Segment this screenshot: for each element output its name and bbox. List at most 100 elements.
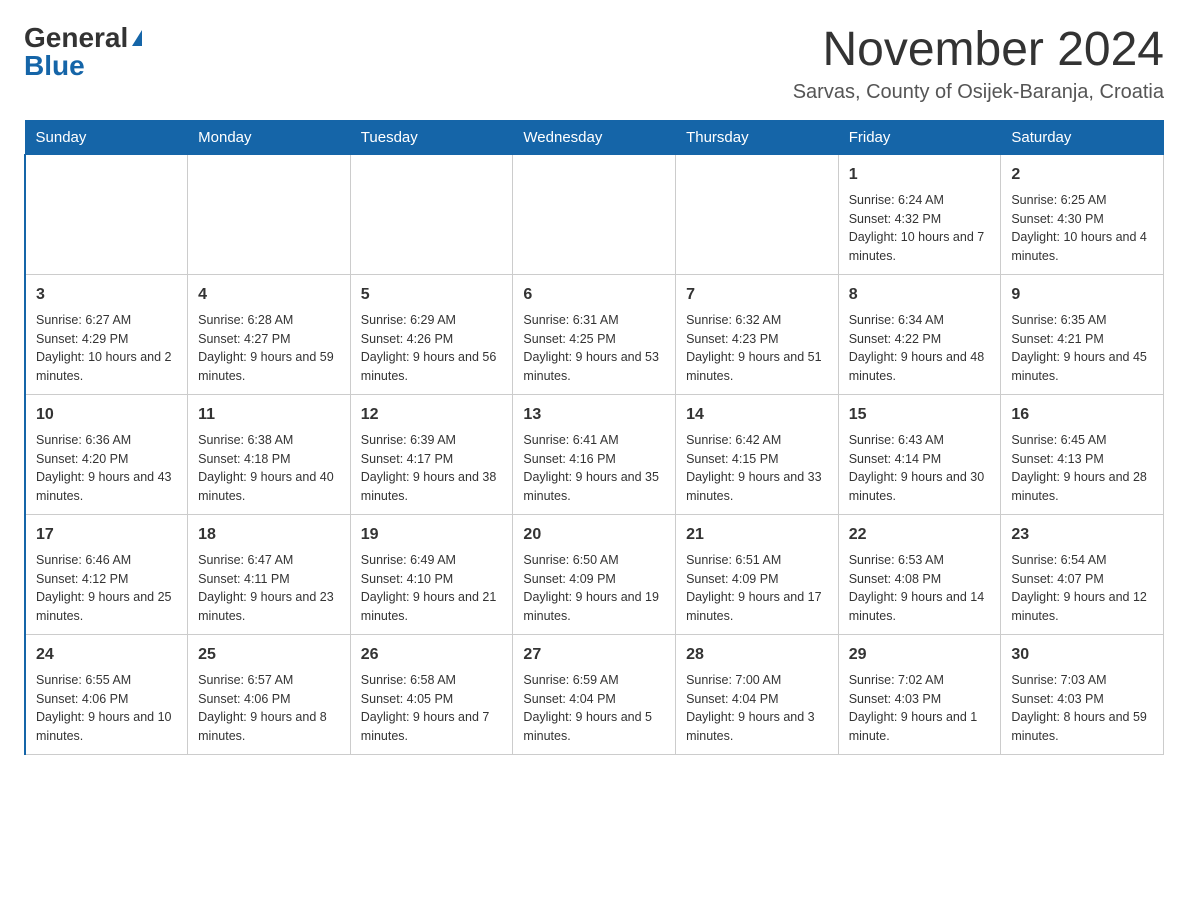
calendar-cell: 23 Sunrise: 6:54 AMSunset: 4:07 PMDayligh… [1001,514,1164,634]
day-number: 18 [198,523,340,547]
day-number: 10 [36,403,177,427]
calendar-cell: 25 Sunrise: 6:57 AMSunset: 4:06 PMDayligh… [188,634,351,754]
calendar-cell: 24 Sunrise: 6:55 AMSunset: 4:06 PMDayligh… [25,634,188,754]
day-number: 19 [361,523,503,547]
header-wednesday: Wednesday [513,120,676,154]
month-title: November 2024 [793,24,1164,77]
page-header: General Blue November 2024 Sarvas, Count… [24,24,1164,104]
day-info: Sunrise: 7:00 AMSunset: 4:04 PMDaylight:… [686,671,828,746]
day-number: 9 [1011,283,1153,307]
day-number: 26 [361,643,503,667]
day-info: Sunrise: 6:41 AMSunset: 4:16 PMDaylight:… [523,431,665,506]
day-number: 23 [1011,523,1153,547]
calendar-cell: 28 Sunrise: 7:00 AMSunset: 4:04 PMDayligh… [676,634,839,754]
day-info: Sunrise: 6:36 AMSunset: 4:20 PMDaylight:… [36,431,177,506]
calendar-cell: 1 Sunrise: 6:24 AMSunset: 4:32 PMDaylight… [838,154,1001,274]
calendar-header-row: SundayMondayTuesdayWednesdayThursdayFrid… [25,120,1164,154]
calendar-cell: 21 Sunrise: 6:51 AMSunset: 4:09 PMDayligh… [676,514,839,634]
day-number: 6 [523,283,665,307]
day-info: Sunrise: 6:39 AMSunset: 4:17 PMDaylight:… [361,431,503,506]
day-number: 27 [523,643,665,667]
day-number: 30 [1011,643,1153,667]
calendar-week-row: 1 Sunrise: 6:24 AMSunset: 4:32 PMDaylight… [25,154,1164,274]
calendar-week-row: 17 Sunrise: 6:46 AMSunset: 4:12 PMDayligh… [25,514,1164,634]
day-number: 14 [686,403,828,427]
day-info: Sunrise: 6:51 AMSunset: 4:09 PMDaylight:… [686,551,828,626]
calendar-cell: 20 Sunrise: 6:50 AMSunset: 4:09 PMDayligh… [513,514,676,634]
header-monday: Monday [188,120,351,154]
day-info: Sunrise: 6:43 AMSunset: 4:14 PMDaylight:… [849,431,991,506]
day-number: 2 [1011,163,1153,187]
day-info: Sunrise: 6:53 AMSunset: 4:08 PMDaylight:… [849,551,991,626]
logo-triangle-icon [132,30,142,46]
day-info: Sunrise: 6:55 AMSunset: 4:06 PMDaylight:… [36,671,177,746]
header-friday: Friday [838,120,1001,154]
day-number: 20 [523,523,665,547]
day-info: Sunrise: 6:42 AMSunset: 4:15 PMDaylight:… [686,431,828,506]
calendar-cell: 17 Sunrise: 6:46 AMSunset: 4:12 PMDayligh… [25,514,188,634]
calendar-cell: 11Sunrise: 6:38 AMSunset: 4:18 PMDayligh… [188,394,351,514]
header-tuesday: Tuesday [350,120,513,154]
calendar-cell: 26 Sunrise: 6:58 AMSunset: 4:05 PMDayligh… [350,634,513,754]
day-info: Sunrise: 6:28 AMSunset: 4:27 PMDaylight:… [198,311,340,386]
logo: General Blue [24,24,142,80]
calendar-cell: 6 Sunrise: 6:31 AMSunset: 4:25 PMDaylight… [513,274,676,394]
day-info: Sunrise: 6:46 AMSunset: 4:12 PMDaylight:… [36,551,177,626]
header-sunday: Sunday [25,120,188,154]
day-number: 13 [523,403,665,427]
logo-blue-text: Blue [24,52,85,80]
day-number: 28 [686,643,828,667]
calendar-cell: 30 Sunrise: 7:03 AMSunset: 4:03 PMDayligh… [1001,634,1164,754]
day-info: Sunrise: 6:29 AMSunset: 4:26 PMDaylight:… [361,311,503,386]
day-number: 8 [849,283,991,307]
day-info: Sunrise: 6:35 AMSunset: 4:21 PMDaylight:… [1011,311,1153,386]
calendar-cell [188,154,351,274]
title-area: November 2024 Sarvas, County of Osijek-B… [793,24,1164,104]
day-number: 24 [36,643,177,667]
day-info: Sunrise: 6:59 AMSunset: 4:04 PMDaylight:… [523,671,665,746]
day-info: Sunrise: 6:54 AMSunset: 4:07 PMDaylight:… [1011,551,1153,626]
day-info: Sunrise: 6:25 AMSunset: 4:30 PMDaylight:… [1011,191,1153,266]
calendar-cell: 27 Sunrise: 6:59 AMSunset: 4:04 PMDayligh… [513,634,676,754]
calendar-cell: 18 Sunrise: 6:47 AMSunset: 4:11 PMDayligh… [188,514,351,634]
day-info: Sunrise: 6:50 AMSunset: 4:09 PMDaylight:… [523,551,665,626]
location-title: Sarvas, County of Osijek-Baranja, Croati… [793,81,1164,104]
calendar-cell: 4 Sunrise: 6:28 AMSunset: 4:27 PMDaylight… [188,274,351,394]
day-info: Sunrise: 6:32 AMSunset: 4:23 PMDaylight:… [686,311,828,386]
calendar-cell [25,154,188,274]
calendar-cell: 19Sunrise: 6:49 AMSunset: 4:10 PMDayligh… [350,514,513,634]
day-number: 16 [1011,403,1153,427]
day-info: Sunrise: 6:47 AMSunset: 4:11 PMDaylight:… [198,551,340,626]
day-info: Sunrise: 6:24 AMSunset: 4:32 PMDaylight:… [849,191,991,266]
day-number: 12 [361,403,503,427]
day-info: Sunrise: 7:03 AMSunset: 4:03 PMDaylight:… [1011,671,1153,746]
calendar-cell [350,154,513,274]
day-number: 3 [36,283,177,307]
header-thursday: Thursday [676,120,839,154]
day-number: 22 [849,523,991,547]
calendar-cell: 8Sunrise: 6:34 AMSunset: 4:22 PMDaylight… [838,274,1001,394]
day-number: 17 [36,523,177,547]
calendar-cell: 14 Sunrise: 6:42 AMSunset: 4:15 PMDayligh… [676,394,839,514]
day-number: 11 [198,403,340,427]
calendar-cell: 15 Sunrise: 6:43 AMSunset: 4:14 PMDayligh… [838,394,1001,514]
day-info: Sunrise: 6:45 AMSunset: 4:13 PMDaylight:… [1011,431,1153,506]
day-number: 25 [198,643,340,667]
calendar-cell [513,154,676,274]
day-number: 4 [198,283,340,307]
day-number: 1 [849,163,991,187]
day-number: 5 [361,283,503,307]
calendar-cell: 5 Sunrise: 6:29 AMSunset: 4:26 PMDaylight… [350,274,513,394]
day-number: 29 [849,643,991,667]
day-info: Sunrise: 7:02 AMSunset: 4:03 PMDaylight:… [849,671,991,746]
day-info: Sunrise: 6:31 AMSunset: 4:25 PMDaylight:… [523,311,665,386]
calendar-week-row: 24 Sunrise: 6:55 AMSunset: 4:06 PMDayligh… [25,634,1164,754]
day-info: Sunrise: 6:57 AMSunset: 4:06 PMDaylight:… [198,671,340,746]
calendar-cell: 2 Sunrise: 6:25 AMSunset: 4:30 PMDaylight… [1001,154,1164,274]
day-info: Sunrise: 6:58 AMSunset: 4:05 PMDaylight:… [361,671,503,746]
day-number: 21 [686,523,828,547]
calendar-cell: 13 Sunrise: 6:41 AMSunset: 4:16 PMDayligh… [513,394,676,514]
calendar-week-row: 10 Sunrise: 6:36 AMSunset: 4:20 PMDayligh… [25,394,1164,514]
calendar-cell: 29 Sunrise: 7:02 AMSunset: 4:03 PMDayligh… [838,634,1001,754]
day-number: 15 [849,403,991,427]
